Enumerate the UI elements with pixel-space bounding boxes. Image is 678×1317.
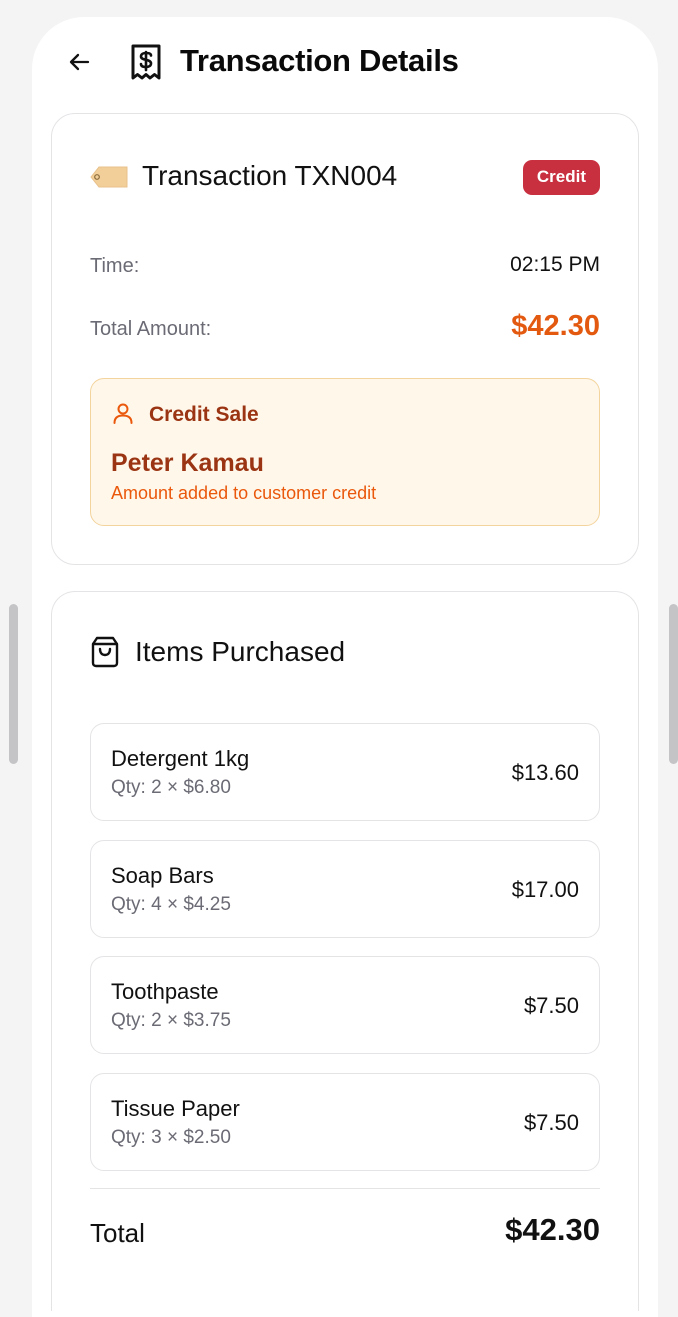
left-scroll-indicator[interactable] [9,604,18,764]
list-item[interactable]: Soap Bars Qty: 4 × $4.25 $17.00 [90,840,600,938]
user-icon [113,403,133,424]
total-label: Total [90,1218,145,1248]
item-quantity: Qty: 2 × $3.75 [111,1010,231,1031]
item-total: $17.00 [511,877,579,902]
shopping-bag-icon [91,636,119,668]
divider [90,1188,600,1189]
list-item[interactable]: Toothpaste Qty: 2 × $3.75 $7.50 [90,956,600,1054]
list-item[interactable]: Detergent 1kg Qty: 2 × $6.80 $13.60 [90,723,600,821]
page-title: Transaction Details [180,43,459,78]
item-name: Detergent 1kg [111,746,250,771]
transaction-title: Transaction TXN004 [142,160,398,191]
arrow-left-icon [69,53,90,71]
status-badge: Credit [522,160,600,195]
customer-name: Peter Kamau [111,449,264,477]
time-value: 02:15 PM [510,253,600,276]
item-total: $7.50 [523,1110,579,1135]
item-total: $7.50 [523,993,579,1018]
total-amount-label: Total Amount: [90,318,212,340]
item-quantity: Qty: 3 × $2.50 [111,1127,231,1148]
total-amount-value: $42.30 [511,310,600,342]
item-quantity: Qty: 2 × $6.80 [111,777,231,798]
item-name: Soap Bars [111,863,214,888]
item-name: Tissue Paper [111,1096,240,1121]
transaction-summary-card: Transaction TXN004 Credit Time: 02:15 PM… [51,113,639,565]
credit-sale-box: Credit Sale Peter Kamau Amount added to … [90,378,600,526]
time-label: Time: [90,255,140,277]
item-total: $13.60 [511,760,579,785]
items-section-title: Items Purchased [135,636,346,667]
right-scroll-indicator[interactable] [669,604,678,764]
item-quantity: Qty: 4 × $4.25 [111,894,231,915]
items-purchased-card: Items Purchased Detergent 1kg Qty: 2 × $… [51,591,639,1311]
header: Transaction Details [32,17,658,113]
item-name: Toothpaste [111,979,219,1004]
tag-icon [90,166,128,188]
list-item[interactable]: Tissue Paper Qty: 3 × $2.50 $7.50 [90,1073,600,1171]
credit-note: Amount added to customer credit [111,483,377,503]
app-screen: Transaction Details Transaction TXN004 C… [32,17,658,1317]
credit-sale-heading: Credit Sale [149,403,259,426]
receipt-dollar-icon [131,44,161,80]
back-button[interactable] [62,47,96,77]
total-value: $42.30 [505,1212,600,1247]
